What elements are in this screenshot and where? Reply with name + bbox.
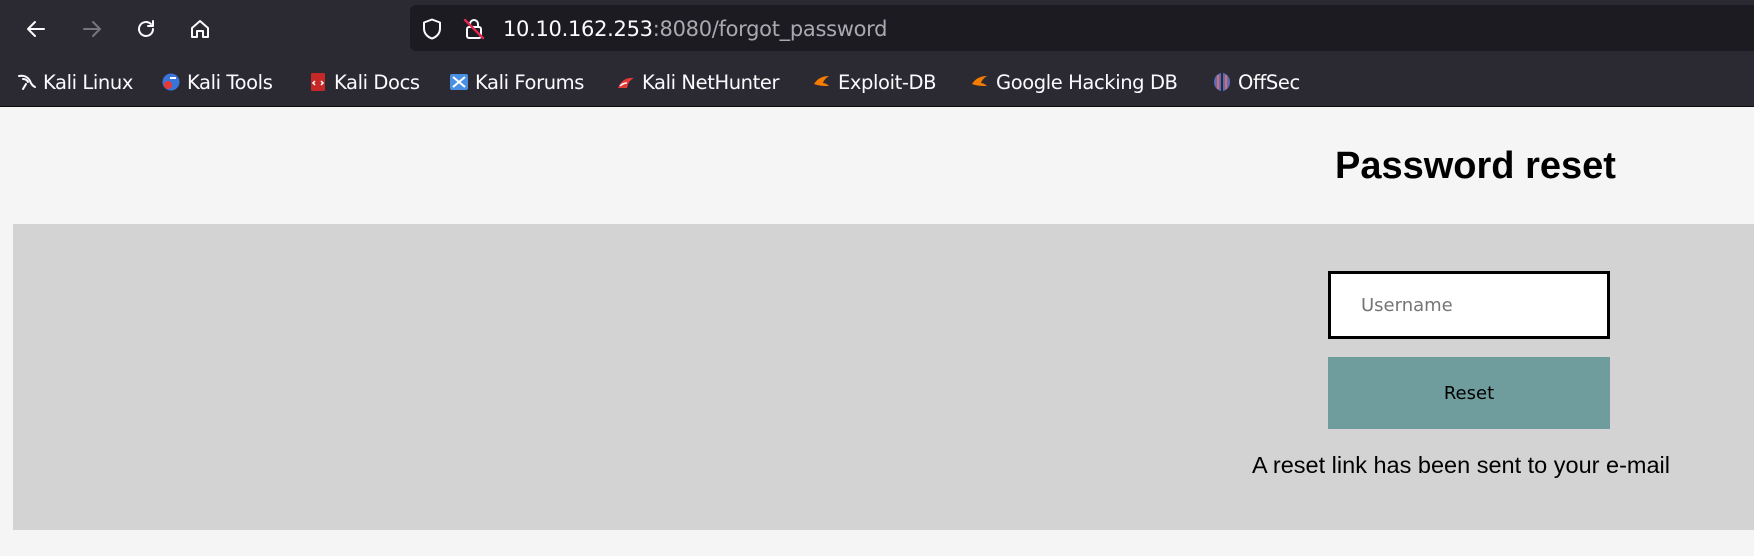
url-path: :8080/forgot_password xyxy=(652,17,888,41)
exploit-db-icon xyxy=(812,72,832,92)
bookmarks-toolbar: Kali Linux Kali Tools Kali Docs Kali For… xyxy=(0,58,1754,107)
bookmark-label: Kali NetHunter xyxy=(642,70,780,94)
page-title: Password reset xyxy=(1335,145,1616,187)
reset-button[interactable]: Reset xyxy=(1328,357,1610,429)
page-content: Password reset Reset A reset link has be… xyxy=(0,107,1754,556)
bookmark-kali-docs[interactable]: Kali Docs xyxy=(308,68,420,96)
browser-toolbar: 10.10.162.253:8080/forgot_password xyxy=(0,0,1754,58)
arrow-left-icon xyxy=(27,21,45,37)
bookmark-kali-linux[interactable]: Kali Linux xyxy=(17,68,133,96)
home-button[interactable] xyxy=(182,11,218,47)
offsec-icon xyxy=(1212,72,1232,92)
bookmark-google-hacking-db[interactable]: Google Hacking DB xyxy=(970,68,1178,96)
bookmark-kali-forums[interactable]: Kali Forums xyxy=(449,68,584,96)
kali-nethunter-icon xyxy=(616,72,636,92)
arrow-right-icon xyxy=(83,21,101,37)
kali-dragon-icon xyxy=(17,72,37,92)
bookmark-kali-tools[interactable]: Kali Tools xyxy=(161,68,273,96)
forward-button[interactable] xyxy=(74,11,110,47)
insecure-lock-icon[interactable] xyxy=(462,17,486,41)
bookmark-label: OffSec xyxy=(1238,70,1300,94)
bookmark-label: Kali Linux xyxy=(43,70,133,94)
bookmark-label: Kali Docs xyxy=(334,70,420,94)
home-icon xyxy=(191,20,209,38)
back-button[interactable] xyxy=(18,11,54,47)
bookmark-label: Kali Tools xyxy=(187,70,273,94)
password-reset-form: Reset A reset link has been sent to your… xyxy=(13,224,1754,530)
shield-icon[interactable] xyxy=(420,17,444,41)
url-text[interactable]: 10.10.162.253:8080/forgot_password xyxy=(503,17,887,41)
url-host: 10.10.162.253 xyxy=(503,17,653,41)
bookmark-label: Google Hacking DB xyxy=(996,70,1178,94)
kali-docs-icon xyxy=(308,72,328,92)
kali-tools-icon xyxy=(161,72,181,92)
bookmark-offsec[interactable]: OffSec xyxy=(1212,68,1300,96)
kali-forums-icon xyxy=(449,72,469,92)
exploit-db-icon xyxy=(970,72,990,92)
reload-button[interactable] xyxy=(128,11,164,47)
username-input[interactable] xyxy=(1328,271,1610,339)
bookmark-label: Exploit-DB xyxy=(838,70,937,94)
reload-icon xyxy=(138,20,154,37)
bookmark-label: Kali Forums xyxy=(475,70,585,94)
bookmark-exploit-db[interactable]: Exploit-DB xyxy=(812,68,936,96)
bookmark-kali-nethunter[interactable]: Kali NetHunter xyxy=(616,68,780,96)
url-bar[interactable]: 10.10.162.253:8080/forgot_password xyxy=(410,5,1754,51)
status-message: A reset link has been sent to your e-mai… xyxy=(1252,452,1670,478)
